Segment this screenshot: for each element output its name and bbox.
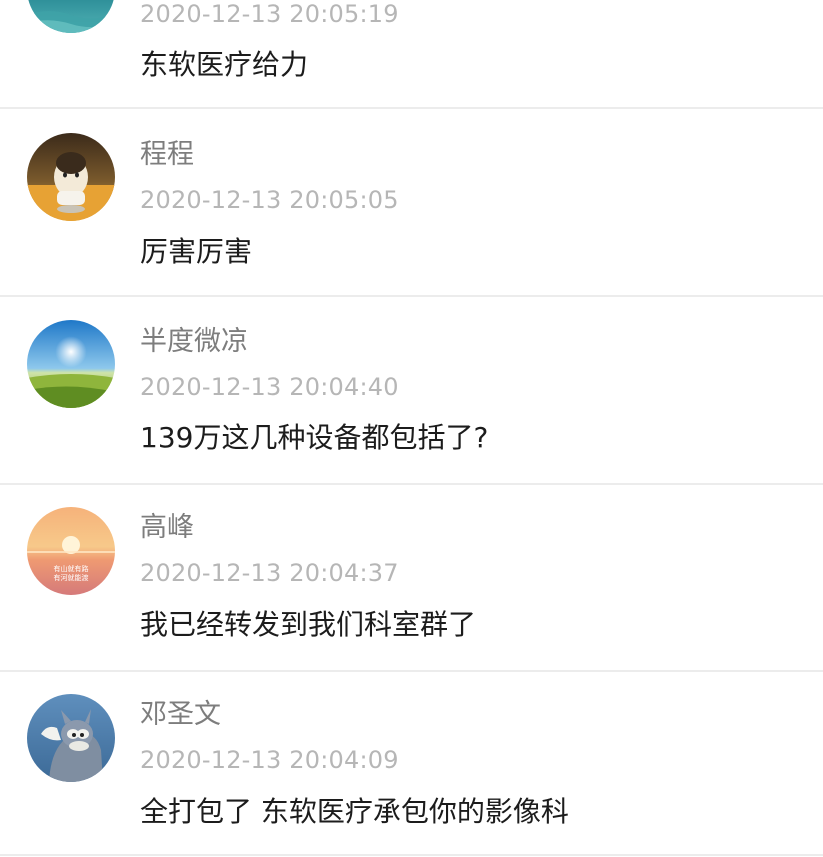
comment-list: 2020-12-13 20:05:19 东软医疗给力 程程 2020-12-13… xyxy=(0,0,823,857)
avatar-caption-line: 有山就有路 xyxy=(54,564,89,573)
comment-item: 2020-12-13 20:05:19 东软医疗给力 xyxy=(0,0,823,107)
tom-cat-avatar-image xyxy=(27,694,115,782)
tom-cat-avatar-icon[interactable] xyxy=(27,694,115,782)
comment-text: 全打包了 东软医疗承包你的影像科 xyxy=(140,795,569,828)
comment-text: 139万这几种设备都包括了? xyxy=(140,421,489,454)
comment-username[interactable]: 半度微凉 xyxy=(140,326,248,358)
comment-item: 有山就有路 有河就能渡 高峰 2020-12-13 20:04:37 我已经转发… xyxy=(0,485,823,671)
avatar-caption-line: 有河就能渡 xyxy=(54,573,89,582)
comment-text: 我已经转发到我们科室群了 xyxy=(140,608,477,641)
comment-item: 程程 2020-12-13 20:05:05 厉害厉害 xyxy=(0,109,823,295)
comment-username[interactable]: 程程 xyxy=(140,139,194,171)
comment-text: 厉害厉害 xyxy=(140,235,253,268)
comment-timestamp: 2020-12-13 20:05:05 xyxy=(140,186,399,214)
ocean-avatar-image xyxy=(27,0,115,33)
sunset-avatar-icon[interactable]: 有山就有路 有河就能渡 xyxy=(27,507,115,595)
comment-timestamp: 2020-12-13 20:05:19 xyxy=(140,0,399,28)
divider xyxy=(0,854,823,856)
ocean-avatar-icon[interactable] xyxy=(27,0,115,33)
crayon-shinchan-figure-avatar-icon[interactable] xyxy=(27,133,115,221)
comment-timestamp: 2020-12-13 20:04:37 xyxy=(140,559,399,587)
sunset-avatar-image: 有山就有路 有河就能渡 xyxy=(27,507,115,595)
crayon-shinchan-figure-avatar-image xyxy=(27,133,115,221)
grassland-sky-avatar-icon[interactable] xyxy=(27,320,115,408)
grassland-sky-avatar-image xyxy=(27,320,115,408)
comment-timestamp: 2020-12-13 20:04:40 xyxy=(140,373,399,401)
comment-text: 东软医疗给力 xyxy=(140,48,309,81)
comment-item: 邓圣文 2020-12-13 20:04:09 全打包了 东软医疗承包你的影像科 xyxy=(0,672,823,857)
comment-timestamp: 2020-12-13 20:04:09 xyxy=(140,746,399,774)
comment-username[interactable]: 邓圣文 xyxy=(140,699,221,731)
comment-username[interactable]: 高峰 xyxy=(140,512,194,544)
comment-item: 半度微凉 2020-12-13 20:04:40 139万这几种设备都包括了? xyxy=(0,297,823,483)
